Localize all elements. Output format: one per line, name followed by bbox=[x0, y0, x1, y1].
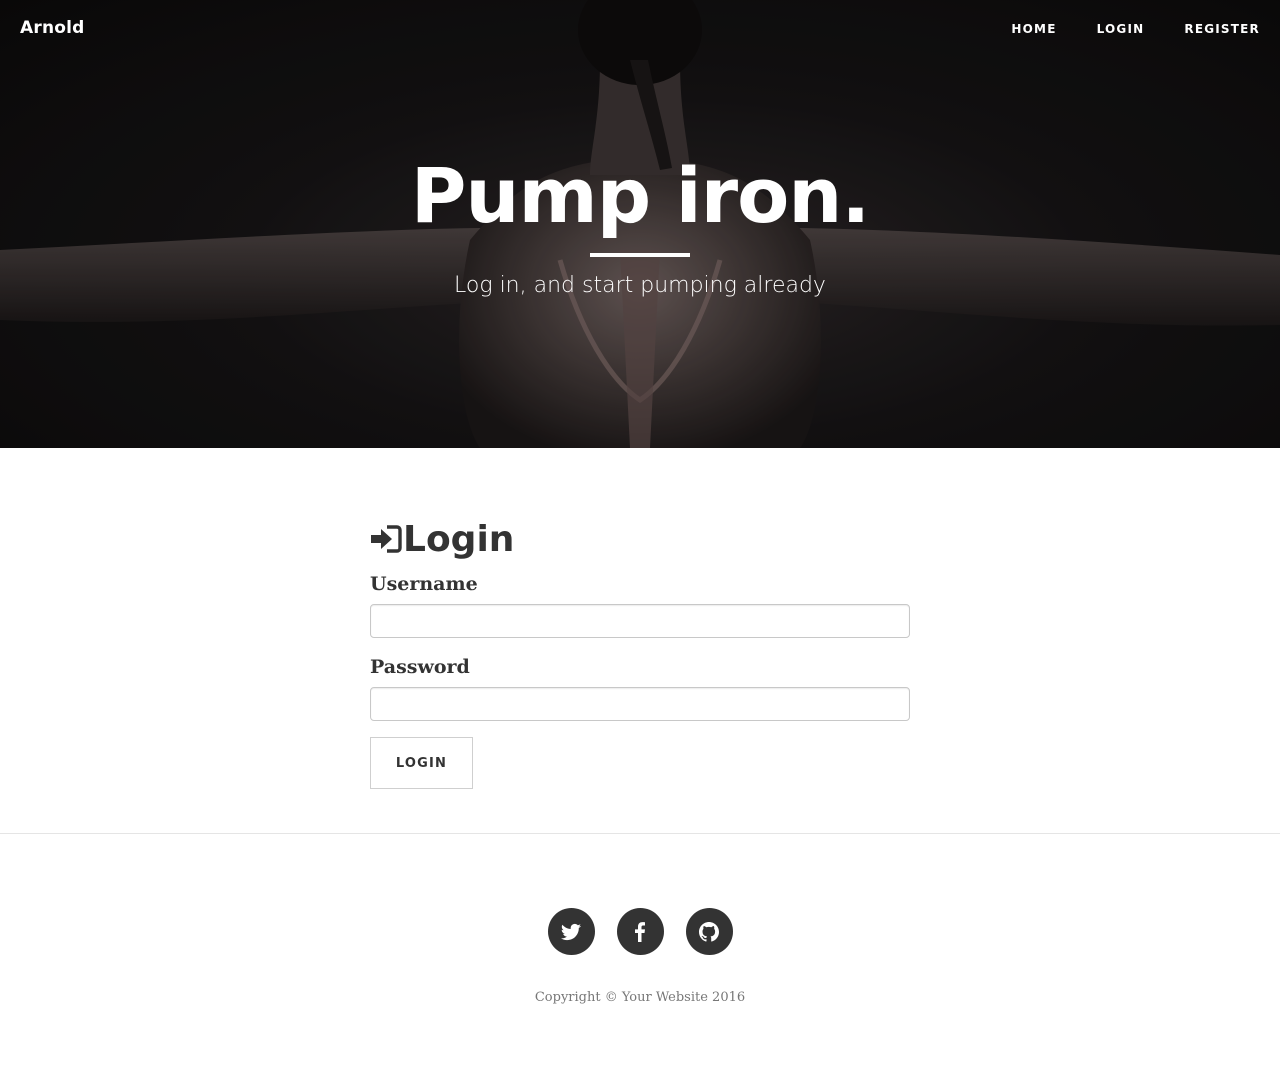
footer-divider bbox=[0, 833, 1280, 834]
login-heading: Login bbox=[370, 515, 910, 563]
navbar: Arnold HOME LOGIN REGISTER bbox=[0, 0, 1280, 60]
login-submit-button[interactable]: LOGIN bbox=[370, 737, 473, 789]
nav-link-login[interactable]: LOGIN bbox=[1097, 22, 1145, 36]
social-links bbox=[0, 908, 1280, 955]
username-input[interactable] bbox=[370, 604, 910, 638]
twitter-icon bbox=[560, 923, 581, 940]
password-label: Password bbox=[370, 656, 470, 678]
login-heading-text: Login bbox=[403, 518, 515, 560]
hero-subtitle: Log in, and start pumping already bbox=[454, 273, 826, 298]
github-link[interactable] bbox=[685, 908, 733, 955]
login-form: Login Username Password LOGIN bbox=[370, 515, 910, 789]
brand-logo-link[interactable]: Arnold bbox=[20, 18, 85, 38]
facebook-icon bbox=[635, 921, 645, 942]
nav-link-home[interactable]: HOME bbox=[1011, 22, 1056, 36]
facebook-link[interactable] bbox=[616, 908, 664, 955]
github-icon bbox=[699, 921, 719, 942]
nav-links: HOME LOGIN REGISTER bbox=[1011, 22, 1260, 36]
password-input[interactable] bbox=[370, 687, 910, 721]
hero-title: Pump iron. bbox=[410, 151, 871, 240]
sign-in-icon bbox=[371, 525, 402, 553]
copyright-text: Copyright © Your Website 2016 bbox=[534, 990, 746, 1005]
username-label: Username bbox=[370, 573, 478, 595]
nav-link-register[interactable]: REGISTER bbox=[1184, 22, 1260, 36]
twitter-link[interactable] bbox=[547, 908, 595, 955]
hero-section: Arnold HOME LOGIN REGISTER Pump iron. Lo… bbox=[0, 0, 1280, 448]
hero-divider bbox=[590, 253, 690, 257]
